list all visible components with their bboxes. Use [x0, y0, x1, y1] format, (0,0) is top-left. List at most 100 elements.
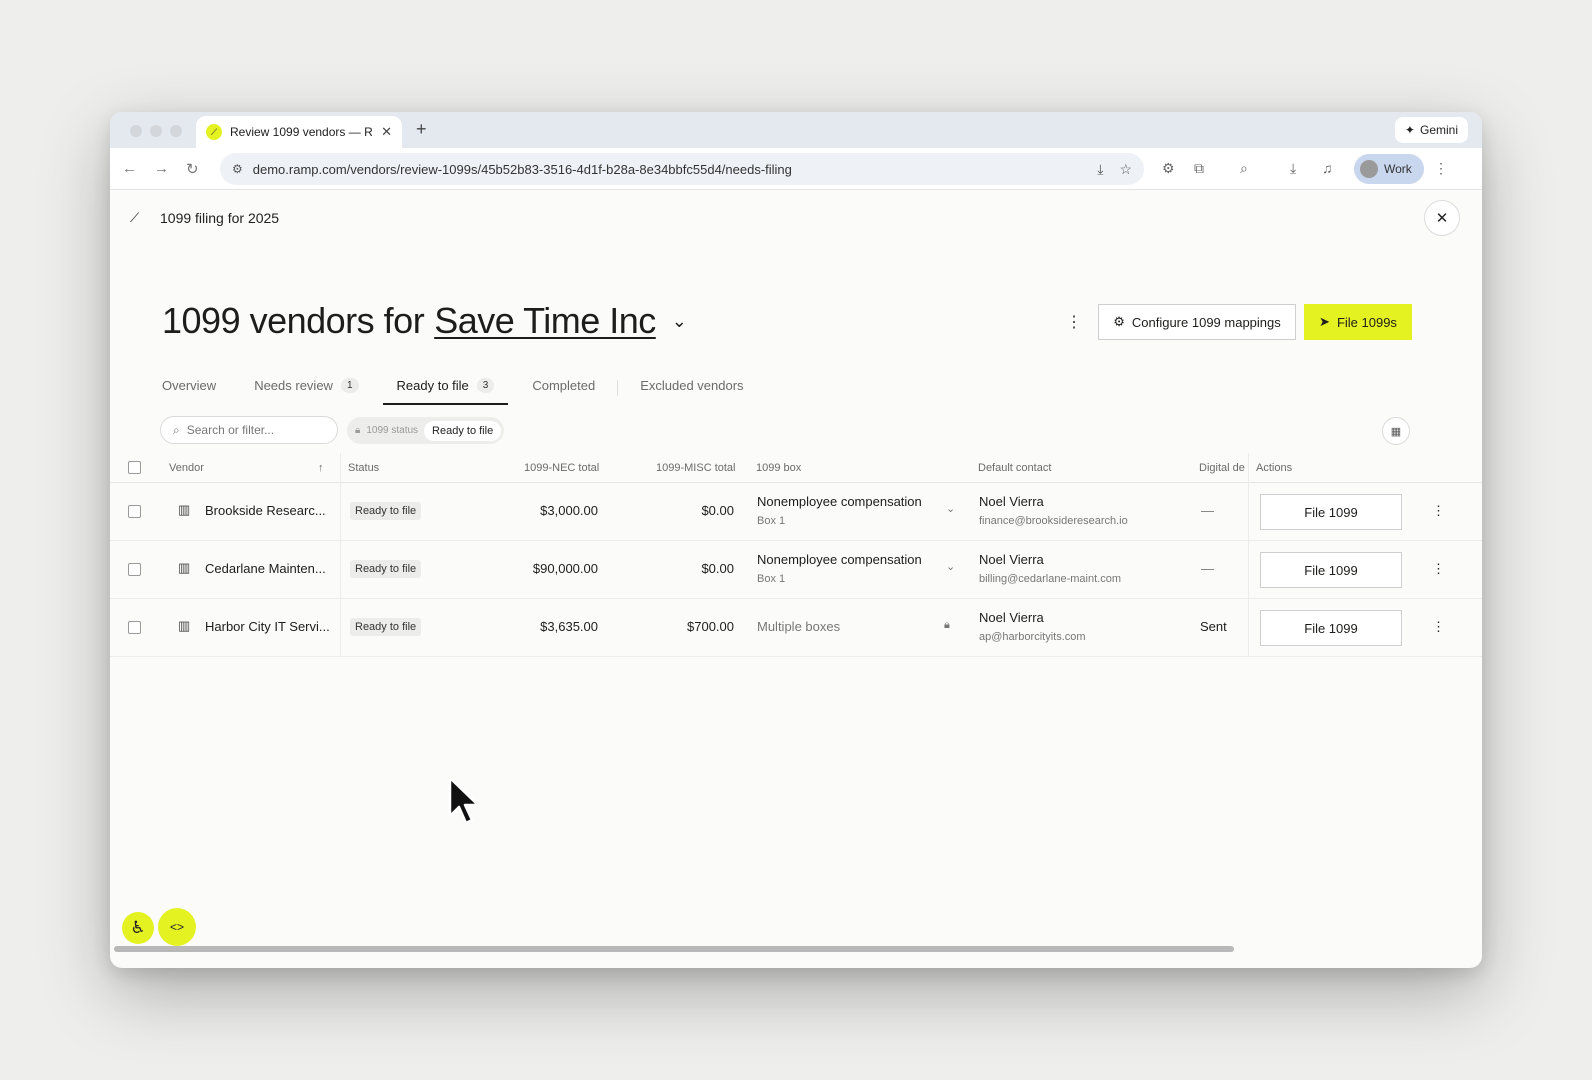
box-label[interactable]: Nonemployee compensation	[757, 494, 922, 509]
chevron-down-icon[interactable]: ⌄	[672, 311, 687, 332]
close-window-dot[interactable]	[130, 125, 142, 137]
media-control-icon[interactable]: ♫	[1322, 160, 1333, 176]
configure-mappings-button[interactable]: ⚙ Configure 1099 mappings	[1098, 304, 1296, 340]
nec-total: $3,000.00	[540, 503, 598, 518]
status-badge: Ready to file	[350, 618, 422, 636]
chip-value[interactable]: Ready to file	[424, 420, 502, 441]
code-toggle-icon[interactable]: <>	[158, 908, 196, 946]
tab-strip: ⟋ Review 1099 vendors — Ramp ✕ + ✦ Gemin…	[110, 112, 1482, 148]
tab-needs-review[interactable]: Needs review 1	[254, 372, 359, 405]
accessibility-icon[interactable]: ♿︎	[122, 912, 154, 944]
bookmark-star-icon[interactable]: ☆	[1119, 161, 1132, 178]
close-button[interactable]: ✕	[1424, 200, 1460, 236]
vendor-name[interactable]: Cedarlane Mainten...	[205, 561, 326, 576]
maximize-window-dot[interactable]	[170, 125, 182, 137]
company-selector[interactable]: Save Time Inc	[434, 300, 656, 342]
select-all-checkbox[interactable]	[128, 461, 141, 474]
col-vendor[interactable]: Vendor	[169, 462, 204, 474]
digital-delivery-value: Sent	[1200, 619, 1227, 634]
store-icon: ▥	[178, 560, 191, 575]
row-more-icon[interactable]: ⋮	[1432, 503, 1445, 519]
file-all-label: File 1099s	[1336, 314, 1397, 330]
table-row[interactable]: ▥ Brookside Researc... Ready to file $3,…	[110, 483, 1482, 541]
status-filter-chip[interactable]: 🔒︎ 1099 status Ready to file	[347, 417, 505, 444]
tab-excluded-vendors[interactable]: Excluded vendors	[640, 372, 743, 405]
tab-ready-to-file[interactable]: Ready to file 3	[382, 372, 509, 405]
vendor-name[interactable]: Harbor City IT Servi...	[205, 619, 330, 634]
tab-close-icon[interactable]: ✕	[381, 124, 392, 140]
reload-icon[interactable]: ↻	[186, 160, 199, 178]
misc-total: $0.00	[701, 503, 734, 518]
new-tab-button[interactable]: +	[416, 119, 427, 140]
table-header: Vendor ↑ Status 1099-NEC total 1099-MISC…	[110, 453, 1482, 483]
misc-total: $700.00	[687, 619, 734, 634]
browser-window: ⟋ Review 1099 vendors — Ramp ✕ + ✦ Gemin…	[110, 112, 1482, 968]
search-input[interactable]: ⌕ Search or filter...	[160, 416, 338, 444]
row-more-icon[interactable]: ⋮	[1432, 619, 1445, 635]
window-controls[interactable]	[130, 125, 182, 137]
table-row[interactable]: ▥ Harbor City IT Servi... Ready to file …	[110, 599, 1482, 657]
forward-arrow-icon[interactable]: →	[154, 160, 169, 177]
columns-toggle-icon[interactable]: ▦	[1382, 417, 1410, 445]
col-status[interactable]: Status	[348, 462, 379, 474]
col-1099-box[interactable]: 1099 box	[756, 462, 801, 474]
nec-total: $90,000.00	[532, 561, 598, 576]
col-misc-total[interactable]: 1099-MISC total	[656, 462, 735, 474]
profile-button[interactable]: Work	[1354, 154, 1424, 184]
address-bar[interactable]: ⚙ demo.ramp.com/vendors/review-1099s/45b…	[220, 153, 1144, 185]
lock-icon: 🔒︎	[355, 425, 361, 436]
tab-label: Overview	[162, 378, 217, 393]
col-digital-delivery[interactable]: Digital de	[1199, 462, 1245, 474]
tab-overview[interactable]: Overview	[162, 372, 216, 405]
tab-count-badge: 3	[476, 378, 495, 393]
row-more-icon[interactable]: ⋮	[1432, 561, 1445, 577]
box-label[interactable]: Nonemployee compensation	[757, 552, 922, 567]
browser-menu-icon[interactable]: ⋮	[1434, 160, 1448, 177]
tab-label: Ready to file	[396, 378, 469, 393]
contact-name: Noel Vierra	[979, 494, 1044, 509]
tab-label: Needs review	[254, 378, 333, 393]
col-actions[interactable]: Actions	[1256, 462, 1292, 474]
box-label: Multiple boxes	[757, 619, 841, 634]
chevron-down-icon[interactable]: ⌄	[946, 560, 955, 573]
back-arrow-icon[interactable]: ←	[122, 160, 137, 177]
install-app-icon[interactable]: ⤓	[1097, 161, 1103, 178]
row-checkbox[interactable]	[128, 621, 141, 634]
lock-icon: 🔒︎	[944, 619, 950, 631]
url-text[interactable]: demo.ramp.com/vendors/review-1099s/45b52…	[253, 162, 1081, 177]
ramp-favicon-icon: ⟋	[206, 124, 222, 140]
tab-completed[interactable]: Completed	[532, 372, 595, 405]
store-icon: ▥	[178, 618, 191, 633]
sort-asc-icon[interactable]: ↑	[318, 462, 324, 474]
status-badge: Ready to file	[350, 502, 422, 520]
file-1099-button[interactable]: File 1099	[1260, 494, 1402, 530]
vendor-name[interactable]: Brookside Researc...	[205, 503, 326, 518]
tab-search-icon[interactable]: ⌕	[1240, 160, 1248, 177]
horizontal-scrollbar[interactable]	[114, 946, 1234, 952]
table-row[interactable]: ▥ Cedarlane Mainten... Ready to file $90…	[110, 541, 1482, 599]
chevron-down-icon[interactable]: ⌄	[946, 502, 955, 515]
col-default-contact[interactable]: Default contact	[978, 462, 1051, 474]
row-checkbox[interactable]	[128, 505, 141, 518]
status-badge: Ready to file	[350, 560, 422, 578]
more-options-icon[interactable]: ⋮	[1066, 312, 1082, 332]
contact-email: billing@cedarlane-maint.com	[979, 573, 1122, 585]
gemini-button[interactable]: ✦ Gemini	[1394, 117, 1468, 143]
close-icon: ✕	[1435, 210, 1449, 227]
site-settings-icon[interactable]: ⚙	[232, 162, 243, 176]
file-1099-button[interactable]: File 1099	[1260, 610, 1402, 646]
page-title-prefix: 1099 vendors for	[162, 300, 425, 341]
gemini-label: Gemini	[1419, 123, 1458, 137]
contact-email: ap@harborcityits.com	[979, 631, 1086, 643]
minimize-window-dot[interactable]	[150, 125, 162, 137]
ramp-logo-icon: ⟋	[130, 210, 140, 225]
file-1099s-button[interactable]: ➤ File 1099s	[1304, 304, 1412, 340]
download-icon[interactable]: ⤓	[1290, 160, 1296, 177]
extension-icon[interactable]: ⚙	[1162, 160, 1175, 177]
page-title: 1099 vendors for Save Time Inc ⌄	[162, 300, 687, 342]
col-nec-total[interactable]: 1099-NEC total	[524, 462, 599, 474]
browser-tab[interactable]: ⟋ Review 1099 vendors — Ramp ✕	[196, 116, 402, 148]
puzzle-extensions-icon[interactable]: ⧉	[1194, 160, 1204, 177]
row-checkbox[interactable]	[128, 563, 141, 576]
file-1099-button[interactable]: File 1099	[1260, 552, 1402, 588]
